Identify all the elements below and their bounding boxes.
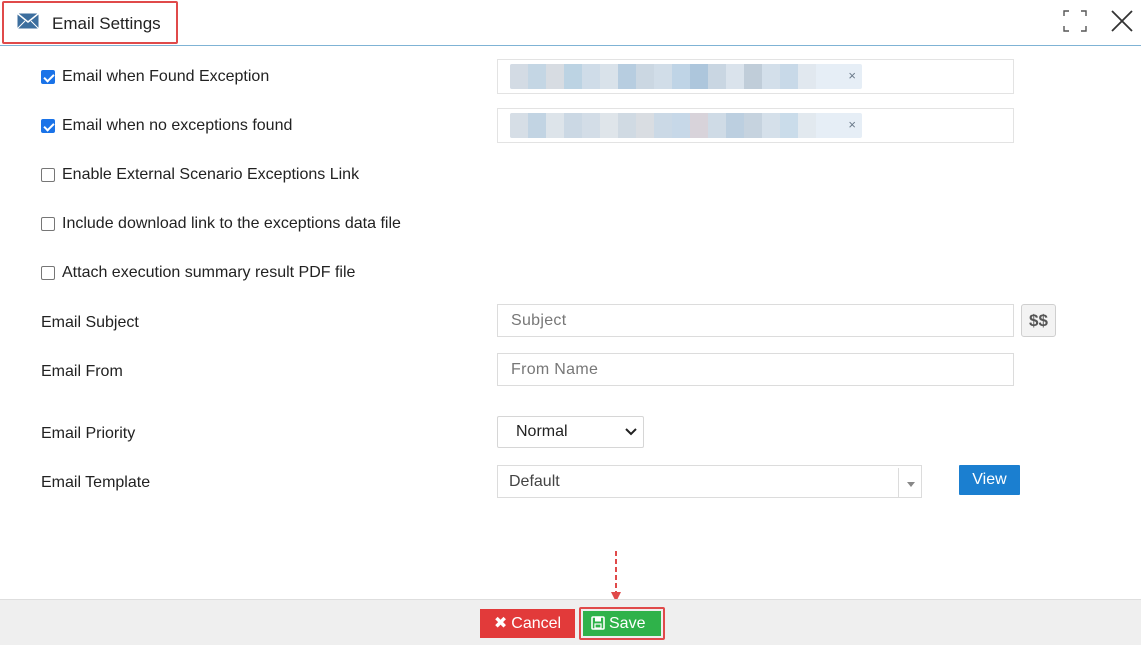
- redacted-email: [510, 64, 816, 89]
- option-attach-pdf[interactable]: Attach execution summary result PDF file: [41, 264, 355, 282]
- checkbox-attach-pdf[interactable]: [41, 266, 55, 280]
- recipients-found-exception[interactable]: ×: [497, 59, 1014, 94]
- annotation-arrow-icon: [611, 551, 621, 602]
- email-priority-select[interactable]: Normal: [497, 416, 644, 448]
- email-priority-label: Email Priority: [41, 425, 136, 442]
- chevron-down-icon: [625, 428, 637, 436]
- save-highlight: Save: [579, 607, 665, 640]
- priority-value: Normal: [516, 423, 568, 440]
- close-icon[interactable]: [1110, 9, 1134, 33]
- save-button[interactable]: Save: [583, 611, 661, 636]
- option-external-link[interactable]: Enable External Scenario Exceptions Link: [41, 166, 359, 184]
- option-label: Include download link to the exceptions …: [62, 215, 401, 232]
- option-label: Email when no exceptions found: [62, 117, 293, 134]
- option-email-no-exceptions[interactable]: Email when no exceptions found: [41, 117, 292, 135]
- checkbox-no-exceptions[interactable]: [41, 119, 55, 133]
- save-label: Save: [609, 615, 646, 632]
- checkbox-found-exception[interactable]: [41, 70, 55, 84]
- dialog-title: Email Settings: [52, 14, 161, 33]
- email-subject-input[interactable]: [497, 304, 1014, 337]
- insert-variable-button[interactable]: $$: [1021, 304, 1056, 337]
- checkbox-download-link[interactable]: [41, 217, 55, 231]
- option-download-link[interactable]: Include download link to the exceptions …: [41, 215, 401, 233]
- email-from-input[interactable]: [497, 353, 1014, 386]
- cancel-label: Cancel: [511, 615, 562, 632]
- dialog-header: Email Settings: [0, 0, 1141, 46]
- email-subject-label: Email Subject: [41, 314, 139, 331]
- title-highlight: Email Settings: [2, 1, 178, 44]
- view-template-button[interactable]: View: [959, 465, 1020, 495]
- email-from-label: Email From: [41, 363, 123, 380]
- cancel-button[interactable]: ✖ Cancel: [480, 609, 575, 638]
- envelope-icon: [17, 13, 39, 29]
- floppy-disk-icon: [591, 616, 605, 630]
- template-value: Default: [509, 473, 560, 490]
- remove-recipient-icon[interactable]: ×: [848, 116, 856, 134]
- dropdown-arrow-icon[interactable]: [898, 468, 921, 497]
- remove-recipient-icon[interactable]: ×: [848, 67, 856, 85]
- expand-icon[interactable]: [1063, 10, 1087, 32]
- email-template-select[interactable]: Default: [497, 465, 922, 498]
- email-template-label: Email Template: [41, 474, 151, 491]
- checkbox-external-link[interactable]: [41, 168, 55, 182]
- option-label: Email when Found Exception: [62, 68, 270, 85]
- option-label: Enable External Scenario Exceptions Link: [62, 166, 360, 183]
- recipient-tag: ×: [510, 64, 862, 89]
- recipients-no-exceptions[interactable]: ×: [497, 108, 1014, 143]
- recipient-tag: ×: [510, 113, 862, 138]
- redacted-email: [510, 113, 816, 138]
- option-label: Attach execution summary result PDF file: [62, 264, 356, 281]
- close-icon: ✖: [493, 615, 508, 632]
- option-email-found-exception[interactable]: Email when Found Exception: [41, 68, 269, 86]
